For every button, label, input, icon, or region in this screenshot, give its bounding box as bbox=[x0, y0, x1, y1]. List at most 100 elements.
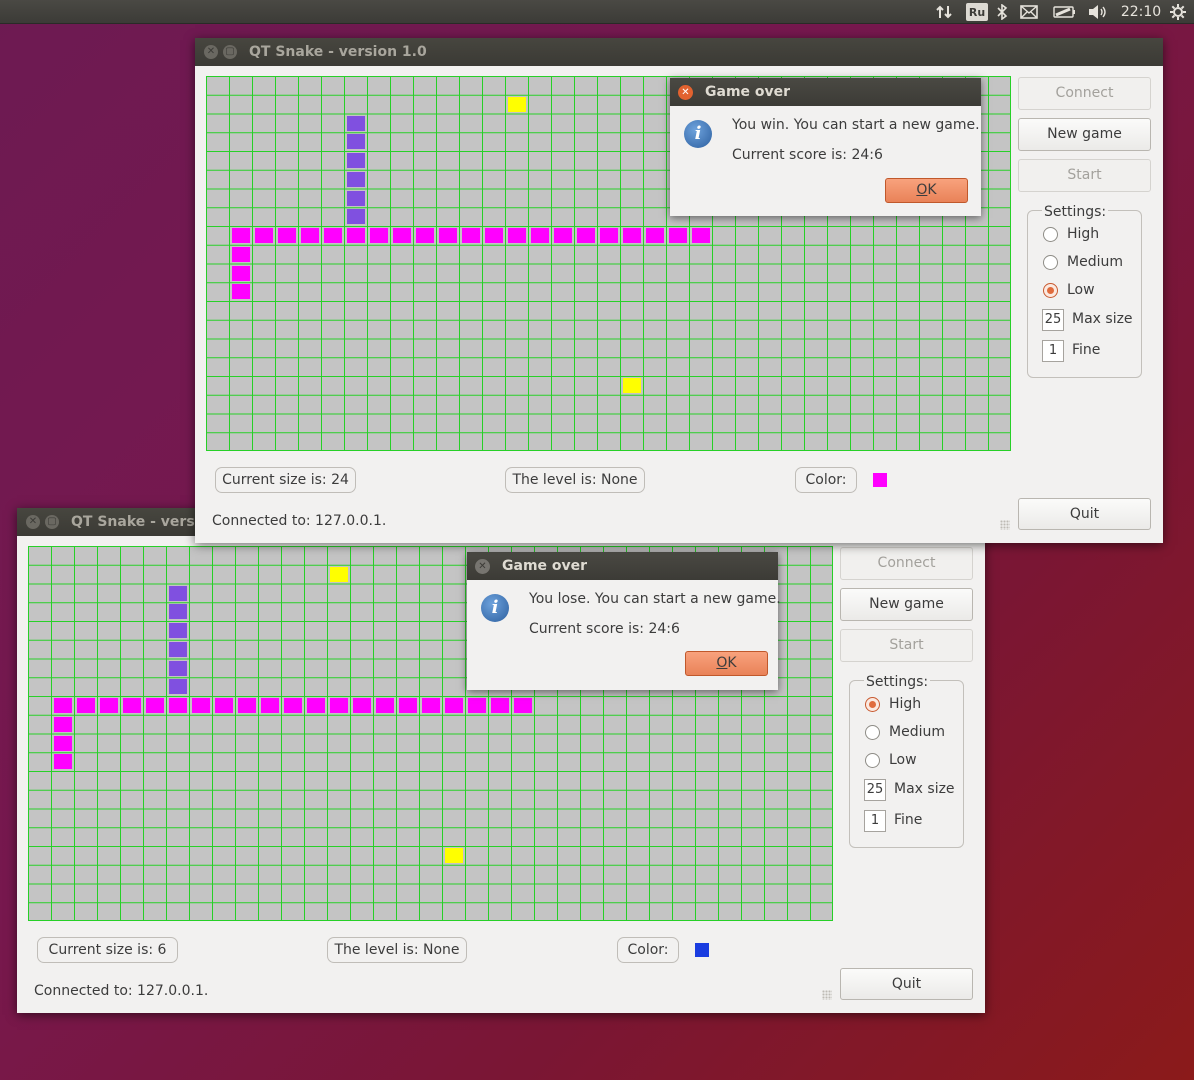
dialog-score: Current score is: 24:6 bbox=[732, 147, 883, 163]
new-game-button[interactable]: New game bbox=[1018, 118, 1151, 151]
snake-segment bbox=[231, 265, 250, 281]
fine-spinbox[interactable]: 1 bbox=[1042, 340, 1064, 362]
window-title: QT Snake - version 1.0 bbox=[249, 44, 427, 60]
minimize-icon[interactable]: ▢ bbox=[45, 515, 59, 529]
snake-segment bbox=[352, 698, 371, 713]
snake-segment bbox=[323, 228, 342, 243]
max-size-spinbox[interactable]: 25 bbox=[1042, 309, 1064, 331]
snake-segment bbox=[145, 698, 164, 713]
opponent-snake-segment bbox=[168, 585, 187, 601]
snake-segment bbox=[306, 698, 325, 713]
bluetooth-icon[interactable] bbox=[994, 2, 1010, 22]
snake-segment bbox=[99, 698, 118, 713]
dialog-score: Current score is: 24:6 bbox=[529, 621, 680, 637]
volume-icon[interactable] bbox=[1086, 2, 1110, 22]
quit-button[interactable]: Quit bbox=[1018, 498, 1151, 530]
snake-segment bbox=[283, 698, 302, 713]
snake-segment bbox=[122, 698, 141, 713]
snake-segment bbox=[530, 228, 549, 243]
snake-segment bbox=[668, 228, 687, 243]
fine-label: Fine bbox=[1072, 342, 1101, 358]
ok-mnemonic: O bbox=[716, 655, 728, 671]
food-cell bbox=[329, 566, 348, 582]
snake-segment bbox=[467, 698, 486, 713]
snake-segment bbox=[237, 698, 256, 713]
radio-high[interactable] bbox=[1043, 227, 1058, 242]
max-size-spinbox[interactable]: 25 bbox=[864, 779, 886, 801]
snake-color-swatch bbox=[695, 943, 709, 957]
opponent-snake-segment bbox=[168, 641, 187, 657]
max-size-label: Max size bbox=[894, 781, 955, 797]
dialog-message: You win. You can start a new game. bbox=[732, 117, 980, 133]
snake-segment bbox=[576, 228, 595, 243]
settings-legend: Settings: bbox=[864, 674, 931, 690]
snake-segment bbox=[76, 698, 95, 713]
color-label: Color: bbox=[795, 467, 857, 493]
quit-button[interactable]: Quit bbox=[840, 968, 973, 1000]
food-cell bbox=[507, 96, 526, 112]
snake-segment bbox=[507, 228, 526, 243]
current-size-label: Current size is: 6 bbox=[37, 937, 178, 963]
radio-medium-label: Medium bbox=[1067, 254, 1123, 270]
close-icon[interactable]: ✕ bbox=[204, 45, 218, 59]
status-bar: Connected to: 127.0.0.1. bbox=[34, 983, 209, 999]
ok-rest: K bbox=[927, 182, 937, 198]
snake-segment bbox=[260, 698, 279, 713]
battery-icon[interactable] bbox=[1052, 2, 1078, 22]
snake-segment bbox=[415, 228, 434, 243]
start-button[interactable]: Start bbox=[1018, 159, 1151, 192]
radio-high[interactable] bbox=[865, 697, 880, 712]
ok-rest: K bbox=[727, 655, 737, 671]
radio-low[interactable] bbox=[865, 753, 880, 768]
snake-segment bbox=[553, 228, 572, 243]
clock[interactable]: 22:10 bbox=[1120, 2, 1162, 22]
max-size-label: Max size bbox=[1072, 311, 1133, 327]
snake-segment bbox=[53, 735, 72, 751]
fine-spinbox[interactable]: 1 bbox=[864, 810, 886, 832]
dialog-titlebar[interactable]: ✕ Game over bbox=[670, 78, 981, 106]
resize-grip[interactable] bbox=[822, 990, 832, 1000]
snake-segment bbox=[438, 228, 457, 243]
close-icon[interactable]: ✕ bbox=[475, 559, 490, 574]
dialog-titlebar[interactable]: ✕ Game over bbox=[467, 552, 778, 580]
minimize-icon[interactable]: ▢ bbox=[223, 45, 237, 59]
radio-low-label: Low bbox=[1067, 282, 1095, 298]
gear-icon[interactable] bbox=[1168, 2, 1188, 22]
snake-segment bbox=[277, 228, 296, 243]
mail-icon[interactable] bbox=[1018, 2, 1040, 22]
snake-segment bbox=[369, 228, 388, 243]
snake-segment bbox=[231, 228, 250, 243]
fine-label: Fine bbox=[894, 812, 923, 828]
snake-segment bbox=[599, 228, 618, 243]
ok-button[interactable]: OK bbox=[885, 178, 968, 203]
snake-segment bbox=[231, 246, 250, 262]
snake-segment bbox=[392, 228, 411, 243]
snake-segment bbox=[622, 228, 641, 243]
snake-segment bbox=[346, 228, 365, 243]
window-titlebar[interactable]: ✕ ▢ QT Snake - version 1.0 bbox=[195, 38, 1163, 66]
opponent-snake-segment bbox=[346, 171, 365, 187]
radio-medium[interactable] bbox=[1043, 255, 1058, 270]
radio-medium[interactable] bbox=[865, 725, 880, 740]
start-button[interactable]: Start bbox=[840, 629, 973, 662]
connect-button[interactable]: Connect bbox=[840, 547, 973, 580]
opponent-snake-segment bbox=[346, 190, 365, 206]
snake-segment bbox=[444, 698, 463, 713]
close-icon[interactable]: ✕ bbox=[678, 85, 693, 100]
network-transfer-icon[interactable] bbox=[934, 2, 954, 22]
connect-button[interactable]: Connect bbox=[1018, 77, 1151, 110]
ok-button[interactable]: OK bbox=[685, 651, 768, 676]
food-cell bbox=[622, 378, 641, 393]
snake-segment bbox=[53, 754, 72, 770]
radio-low[interactable] bbox=[1043, 283, 1058, 298]
opponent-snake-segment bbox=[346, 153, 365, 168]
new-game-button[interactable]: New game bbox=[840, 588, 973, 621]
resize-grip[interactable] bbox=[1000, 520, 1010, 530]
snake-segment bbox=[53, 698, 72, 713]
close-icon[interactable]: ✕ bbox=[26, 515, 40, 529]
snake-segment bbox=[461, 228, 480, 243]
snake-segment bbox=[645, 228, 664, 243]
snake-segment bbox=[490, 698, 509, 713]
settings-group: Settings: High Medium Low 25 Max size 1 … bbox=[849, 674, 964, 848]
keyboard-layout-indicator[interactable]: Ru bbox=[966, 3, 988, 21]
